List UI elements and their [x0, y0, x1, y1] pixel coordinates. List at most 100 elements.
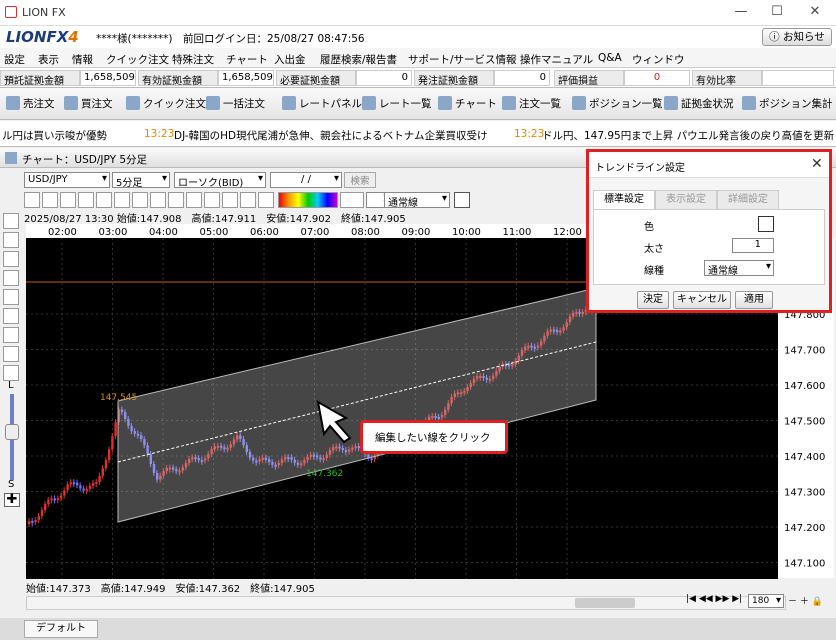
sell-order-button[interactable]: 売注文 — [6, 96, 55, 111]
eraser-icon[interactable] — [204, 192, 220, 208]
high-annotation: 147.545 — [100, 393, 137, 403]
menu-manual[interactable]: 操作マニュアル — [520, 52, 593, 67]
menu-info[interactable]: 情報 — [72, 52, 93, 67]
order-icon[interactable] — [3, 327, 19, 343]
price-tick-label: 147.100 — [784, 559, 825, 570]
candle-body — [104, 460, 108, 469]
search-button[interactable]: 検索 — [344, 172, 376, 188]
pair-select[interactable]: USD/JPY — [24, 172, 110, 188]
menu-special-order[interactable]: 特殊注文 — [172, 52, 214, 67]
ticker-text[interactable]: ル円は買い示唆が優勢 — [2, 128, 107, 143]
close-icon[interactable]: ✕ — [800, 4, 830, 22]
tab-default[interactable]: デフォルト — [24, 620, 98, 638]
scroll-nav-buttons[interactable]: |◀ ◀◀ ▶▶ ▶| — [686, 594, 746, 608]
bar-count-select[interactable]: 180 — [748, 594, 784, 608]
menu-view[interactable]: 表示 — [38, 52, 59, 67]
draw-icon[interactable] — [3, 232, 19, 248]
tab-detail[interactable]: 詳細設定 — [717, 190, 779, 210]
candle-body — [66, 484, 69, 491]
cursor-tool-icon[interactable] — [186, 192, 202, 208]
zoom-slider-thumb[interactable] — [5, 424, 19, 440]
indicator-icon[interactable] — [3, 251, 19, 267]
candle-body — [88, 485, 92, 489]
color-swatch[interactable] — [758, 216, 774, 232]
lionfx-logo: LIONFX4 — [6, 28, 79, 46]
menu-qa[interactable]: Q&A — [598, 52, 622, 64]
time-tick-label: 03:00 — [99, 227, 128, 238]
menu-deposit[interactable]: 入出金 — [274, 52, 306, 67]
menu-support[interactable]: サポート/サービス情報 — [408, 52, 517, 67]
menu-chart[interactable]: チャート — [226, 52, 268, 67]
maximize-icon[interactable]: ☐ — [762, 4, 792, 22]
settings-tool-icon[interactable] — [258, 192, 274, 208]
minimize-icon[interactable]: — — [726, 4, 756, 22]
news-ticker[interactable]: ル円は買い示唆が優勢 13:23 DJ-韓国のHD現代尾浦が急伸、親会社によるベ… — [0, 121, 836, 147]
position-list-button[interactable]: ポジション一覧 — [572, 96, 663, 111]
copy-icon[interactable] — [3, 365, 19, 381]
pencil-icon[interactable] — [222, 192, 238, 208]
trendline-tool-icon[interactable] — [60, 192, 76, 208]
time-tick-label: 09:00 — [402, 227, 431, 238]
candle-icon[interactable] — [3, 289, 19, 305]
delete-icon[interactable] — [240, 192, 256, 208]
menu-window[interactable]: ウィンドウ — [632, 52, 685, 67]
rate-list-button[interactable]: レート一覧 — [362, 96, 432, 111]
dialog-title: トレンドライン設定 — [595, 163, 685, 174]
chart-button[interactable]: チャート — [438, 96, 497, 111]
fibonacci-tool-icon[interactable] — [150, 192, 166, 208]
ticker-text[interactable]: ドル円、147.95円まで上昇 パウエル発言後の戻り高値を更新 — [542, 128, 834, 143]
horizontal-scrollbar[interactable] — [26, 596, 786, 610]
notice-button[interactable]: ⓘ お知らせ — [762, 28, 832, 46]
cancel-button[interactable]: キャンセル — [673, 291, 731, 309]
text-tool-icon[interactable] — [168, 192, 184, 208]
stat-label: 預託証拠金額 — [0, 70, 80, 87]
rate-panel-button[interactable]: レートパネル — [282, 96, 362, 111]
close-icon[interactable]: ✕ — [811, 156, 823, 172]
ok-button[interactable]: 決定 — [637, 291, 669, 309]
buy-order-button[interactable]: 買注文 — [64, 96, 113, 111]
time-tick-label: 02:00 — [48, 227, 77, 238]
rectangle-tool-icon[interactable] — [114, 192, 130, 208]
apply-button[interactable]: 適用 — [735, 291, 773, 309]
print-icon[interactable] — [3, 346, 19, 362]
position-summary-button[interactable]: ポジション集計 — [742, 96, 833, 111]
tab-standard[interactable]: 標準設定 — [593, 190, 655, 210]
line-style-dropdown[interactable]: 通常線 — [704, 260, 774, 277]
ticker-text[interactable]: DJ-韓国のHD現代尾浦が急伸、親会社によるベトナム企業買収受け — [174, 128, 487, 143]
zoom-buttons[interactable]: － ＋ 🔒 — [788, 594, 823, 607]
menu-settings[interactable]: 設定 — [4, 52, 25, 67]
order-list-button[interactable]: 注文一覧 — [502, 96, 561, 111]
bulk-order-button[interactable]: 一括注文 — [206, 96, 265, 111]
analysis-icon[interactable] — [3, 270, 19, 286]
tool-icon[interactable] — [42, 192, 58, 208]
time-tick-label: 10:00 — [452, 227, 481, 238]
horizontal-line-icon[interactable] — [78, 192, 94, 208]
date-input[interactable]: / / — [270, 172, 342, 188]
color-palette[interactable] — [278, 192, 338, 208]
tool-icon[interactable] — [24, 192, 40, 208]
menu-quick-order[interactable]: クイック注文 — [106, 52, 169, 67]
candle-body — [101, 468, 104, 476]
timeframe-select[interactable]: 5分足 — [112, 172, 170, 189]
selected-color[interactable] — [340, 192, 364, 208]
chart-type-select[interactable]: ローソク(BID) — [174, 172, 266, 189]
channel-tool-icon[interactable] — [132, 192, 148, 208]
vertical-line-icon[interactable] — [96, 192, 112, 208]
scrollbar-thumb[interactable] — [575, 598, 635, 608]
width-stepper[interactable]: 1 — [732, 238, 774, 253]
tab-display[interactable]: 表示設定 — [655, 190, 717, 210]
line-style-select[interactable]: 通常線 — [384, 192, 450, 209]
zoom-large-label: L — [8, 380, 14, 391]
pointer-icon[interactable] — [3, 213, 19, 229]
stat-label: 発注証拠金額 — [414, 70, 494, 87]
add-icon[interactable]: ✚ — [4, 493, 20, 507]
compare-icon[interactable] — [3, 308, 19, 324]
margin-status-button[interactable]: 証拠金状況 — [664, 96, 734, 111]
yen-icon — [664, 96, 678, 110]
time-tick-label: 05:00 — [200, 227, 229, 238]
dialog-titlebar: トレンドライン設定 ✕ — [589, 152, 829, 178]
stat-value: 1,658,509 — [80, 70, 136, 86]
quick-order-button[interactable]: クイック注文 — [126, 96, 206, 111]
brush-icon[interactable] — [454, 192, 470, 208]
menu-history[interactable]: 履歴検索/報告書 — [320, 52, 397, 67]
